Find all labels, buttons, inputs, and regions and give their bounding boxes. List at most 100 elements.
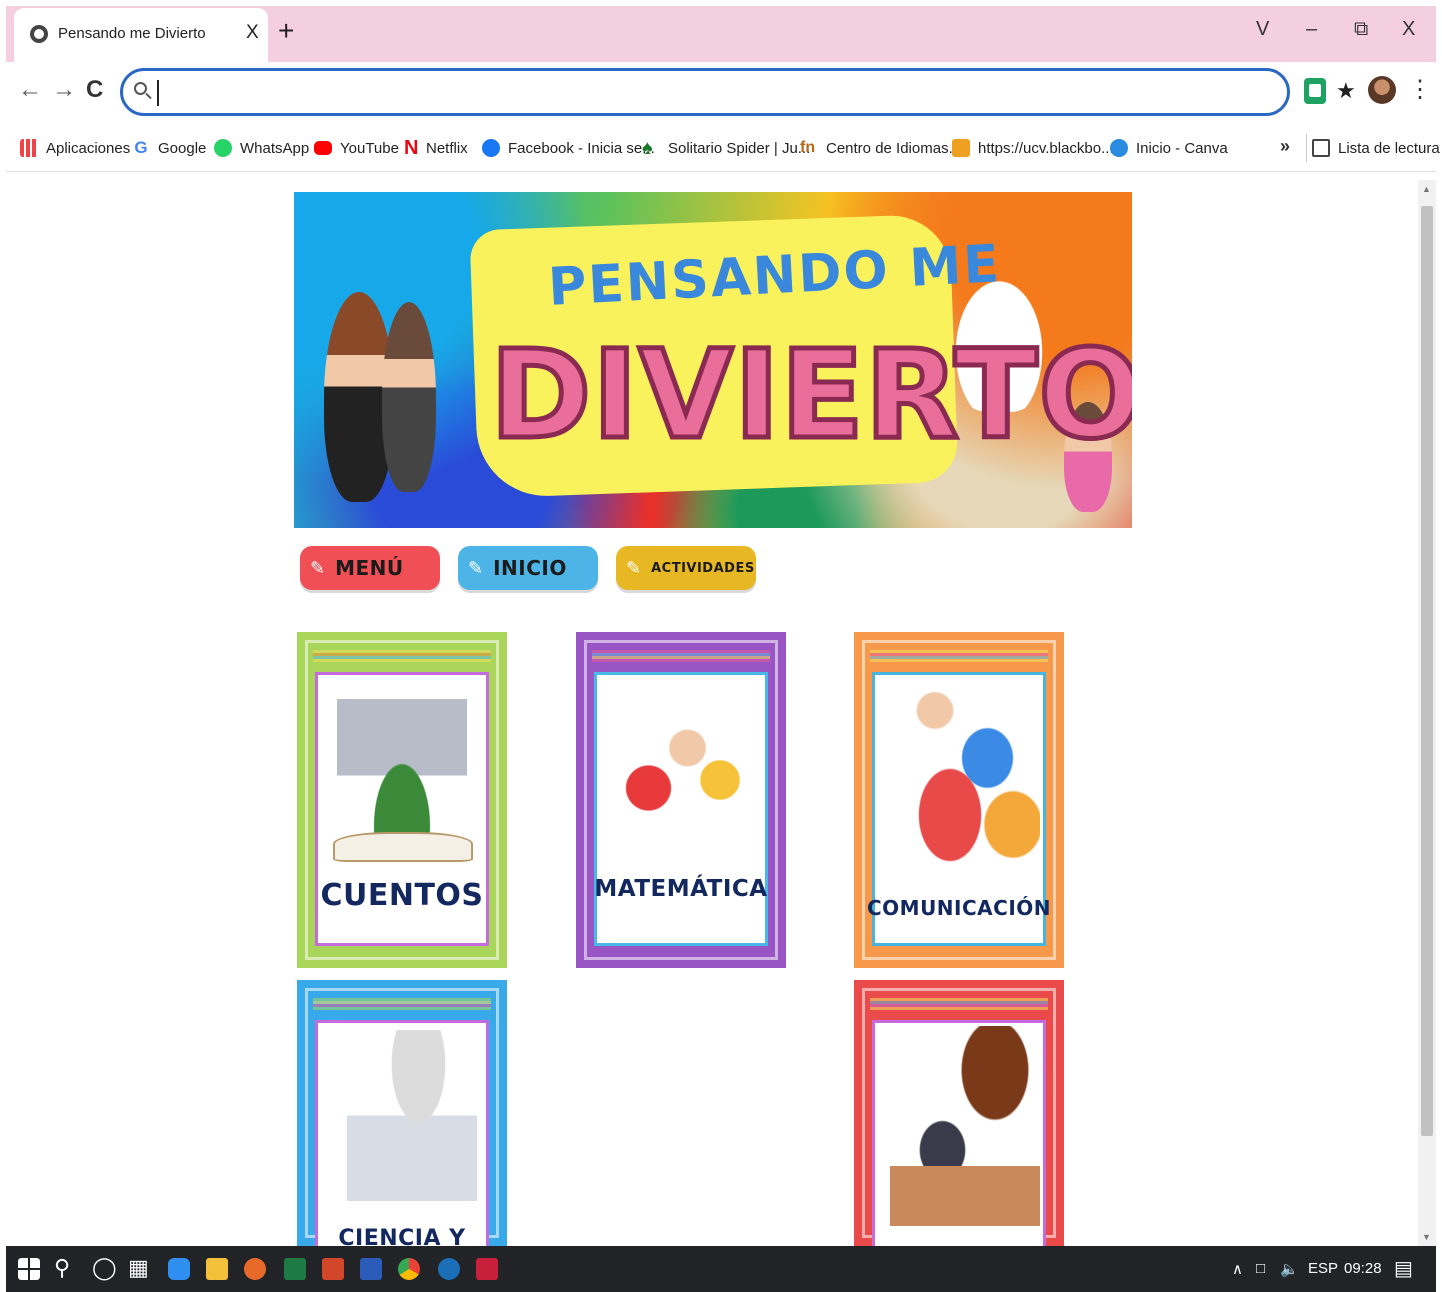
idiomas-icon: fn — [800, 139, 816, 156]
card-comunicacion[interactable]: COMUNICACIÓN — [854, 632, 1064, 968]
bookmark-canva[interactable]: Inicio - Canva — [1110, 137, 1228, 159]
notifications-icon[interactable]: ▤ — [1394, 1256, 1413, 1281]
pencil-icon — [952, 139, 970, 157]
bookmark-youtube[interactable]: YouTube — [314, 137, 399, 159]
browser-tab[interactable]: Pensando me Divierto X — [14, 8, 268, 62]
card-tecnologia[interactable] — [854, 980, 1064, 1246]
powerpoint-icon[interactable] — [322, 1258, 344, 1280]
extensions-puzzle-icon[interactable]: ★ — [1336, 78, 1358, 104]
pencil-icon: ✎ — [468, 557, 484, 578]
bookmark-whatsapp[interactable]: WhatsApp — [214, 137, 309, 159]
browser-toolbar: ← → C ★ ⋮ — [6, 62, 1436, 124]
app-icon[interactable] — [476, 1258, 498, 1280]
more-bookmarks-icon[interactable]: » — [1280, 136, 1290, 157]
apps-grid-icon — [20, 139, 38, 157]
tray-expand-icon[interactable]: ∧ — [1232, 1260, 1243, 1278]
chrome-icon[interactable] — [398, 1258, 420, 1280]
bookmark-label: Google — [158, 139, 207, 157]
language-indicator[interactable]: ESP — [1308, 1260, 1338, 1277]
header-banner: PENSANDO ME DIVIERTO — [294, 192, 1132, 528]
reload-icon[interactable]: C — [86, 76, 103, 104]
windows-taskbar: ⚲ ◯ ▦ ∧ □ 🔈 ESP 09:28 ▤ — [6, 1246, 1436, 1292]
reading-list-icon — [1312, 139, 1330, 157]
task-view-icon[interactable]: ▦ — [128, 1255, 149, 1281]
bookmark-centro-idiomas[interactable]: fn Centro de Idiomas... — [800, 137, 961, 159]
excel-icon[interactable] — [284, 1258, 306, 1280]
address-input[interactable] — [157, 80, 1257, 106]
app-icon[interactable] — [438, 1258, 460, 1280]
reading-list-button[interactable]: Lista de lectura — [1312, 137, 1440, 159]
reading-list-label: Lista de lectura — [1338, 139, 1440, 157]
tab-search-icon[interactable]: V — [1256, 18, 1269, 40]
nav-inicio-button[interactable]: ✎ INICIO — [458, 546, 598, 590]
search-icon — [134, 82, 147, 95]
bookmark-label: Facebook - Inicia se... — [508, 139, 655, 157]
pencil-icon: ✎ — [626, 557, 642, 578]
tab-title: Pensando me Divierto — [58, 25, 206, 42]
facebook-icon — [482, 139, 500, 157]
file-explorer-icon[interactable] — [206, 1258, 228, 1280]
inicio-button-label: INICIO — [493, 556, 567, 580]
network-icon[interactable]: □ — [1256, 1260, 1265, 1277]
card-label: CIENCIA Y — [338, 1226, 466, 1246]
tab-close-icon[interactable]: X — [246, 22, 259, 44]
windows-start-icon[interactable] — [18, 1258, 40, 1280]
open-book-illustration — [333, 832, 473, 862]
pencil-icon: ✎ — [310, 557, 326, 578]
card-matematica[interactable]: MATEMÁTICA — [576, 632, 786, 968]
taskbar-search-icon[interactable]: ⚲ — [54, 1255, 70, 1281]
page-scrollbar[interactable]: ▲ ▼ — [1418, 180, 1436, 1246]
card-cuentos[interactable]: CUENTOS — [297, 632, 507, 968]
new-tab-button[interactable]: + — [278, 16, 294, 46]
scrollbar-thumb[interactable] — [1421, 206, 1433, 1136]
clock[interactable]: 09:28 — [1344, 1260, 1382, 1277]
actividades-button-label: ACTIVIDADES — [651, 560, 755, 576]
banner-title-large: DIVIERTO — [487, 322, 1132, 469]
google-icon: G — [134, 138, 148, 157]
nav-menu-button[interactable]: ✎ MENÚ — [300, 546, 440, 590]
cortana-icon[interactable]: ◯ — [92, 1255, 117, 1281]
bookmark-facebook[interactable]: Facebook - Inicia se... — [482, 137, 655, 159]
character-illustration — [382, 302, 436, 492]
numbers-kids-illustration — [616, 692, 746, 852]
castle-illustration — [337, 682, 467, 852]
bookmark-label: Netflix — [426, 139, 468, 157]
spade-icon: ♠ — [642, 137, 653, 159]
browser-menu-icon[interactable]: ⋮ — [1408, 76, 1432, 104]
bookmark-google[interactable]: G Google — [132, 137, 206, 159]
page-viewport: PENSANDO ME DIVIERTO ✎ MENÚ ✎ INICIO ✎ A… — [6, 174, 1418, 1246]
forward-arrow-icon[interactable]: → — [52, 76, 76, 104]
bookmarks-bar: Aplicaciones G Google WhatsApp YouTube N… — [6, 124, 1440, 172]
bookmark-label: https://ucv.blackbo... — [978, 139, 1114, 157]
back-arrow-icon[interactable]: ← — [18, 76, 42, 104]
close-window-button[interactable]: X — [1402, 18, 1415, 40]
nav-actividades-button[interactable]: ✎ ACTIVIDADES — [616, 546, 756, 590]
word-icon[interactable] — [360, 1258, 382, 1280]
restore-button[interactable]: ⧉ — [1354, 18, 1368, 40]
bookmark-blackboard[interactable]: https://ucv.blackbo... — [952, 137, 1114, 159]
girl-computer-illustration — [890, 1026, 1040, 1226]
site-favicon-icon — [30, 25, 48, 43]
bookmark-label: Solitario Spider | Ju... — [668, 139, 811, 157]
app-icon[interactable] — [244, 1258, 266, 1280]
bookmark-netflix[interactable]: N Netflix — [404, 137, 468, 159]
minimize-button[interactable]: – — [1306, 18, 1317, 40]
extension-green-icon[interactable] — [1304, 78, 1326, 104]
tab-strip: Pensando me Divierto X + V – ⧉ X — [6, 6, 1436, 62]
bookmark-solitario[interactable]: ♠ Solitario Spider | Ju... — [642, 137, 810, 159]
bookmark-label: Centro de Idiomas... — [826, 139, 962, 157]
profile-avatar[interactable] — [1368, 76, 1396, 104]
bookmark-aplicaciones[interactable]: Aplicaciones — [20, 137, 130, 159]
volume-icon[interactable]: 🔈 — [1280, 1260, 1299, 1278]
card-label: CUENTOS — [320, 878, 484, 913]
scroll-up-icon[interactable]: ▲ — [1422, 184, 1431, 194]
scientist-illustration — [347, 1030, 477, 1220]
zoom-app-icon[interactable] — [168, 1258, 190, 1280]
card-ciencia[interactable]: CIENCIA Y — [297, 980, 507, 1246]
scroll-down-icon[interactable]: ▼ — [1422, 1232, 1431, 1242]
bookmark-label: Inicio - Canva — [1136, 139, 1228, 157]
menu-button-label: MENÚ — [335, 556, 404, 580]
address-bar[interactable] — [120, 68, 1290, 116]
bookmark-label: WhatsApp — [240, 139, 310, 157]
card-label: COMUNICACIÓN — [866, 896, 1052, 920]
